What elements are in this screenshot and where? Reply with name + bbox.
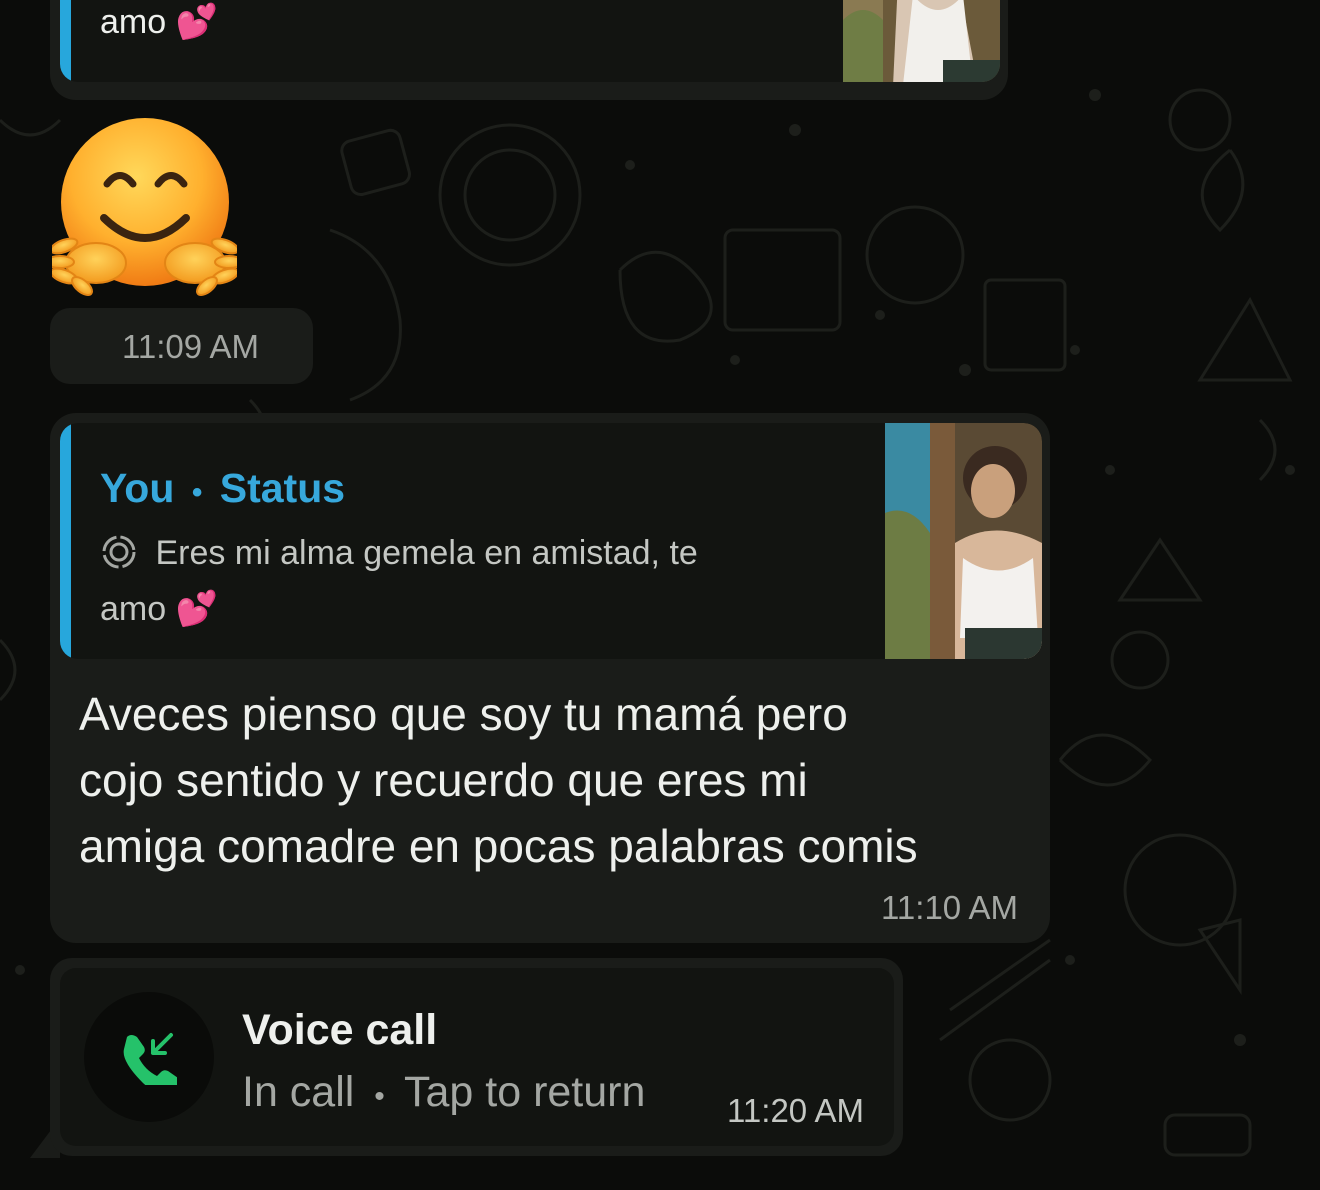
quote-author: You [100,465,175,511]
call-title: Voice call [242,1006,438,1054]
quote-type: Status [219,465,346,511]
hugging-face-icon [45,118,244,296]
status-ring-icon [102,535,136,569]
message-bubble-previous-reply[interactable]: amo 💕 [50,0,1008,100]
message-body: Aveces pienso que soy tu mamá pero cojo … [79,681,918,879]
quoted-status-preview[interactable]: amo 💕 [60,0,1000,82]
message-time: 11:09 AM [122,328,259,365]
quote-separator: • [191,476,203,509]
quote-text-line2: amo [100,590,167,628]
status-thumbnail [885,423,1042,659]
message-bubble-voice-call[interactable]: Voice call In call • Tap to return 11:20… [50,958,903,1156]
call-separator: • [374,1080,385,1113]
quote-accent-bar [60,0,71,82]
quote-text: amo [100,3,167,41]
two-hearts-emoji: 💕 [175,589,218,629]
two-hearts-emoji: 💕 [175,2,218,42]
call-icon-circle[interactable] [84,992,214,1122]
sticker-timestamp-pill: 11:09 AM [50,308,313,384]
voice-call-card[interactable]: Voice call In call • Tap to return 11:20… [60,968,894,1146]
tap-to-return-link[interactable]: Tap to return [404,1068,645,1116]
message-time: 11:10 AM [881,889,1018,926]
quote-accent-bar [60,423,71,659]
incoming-call-icon [123,1033,177,1085]
hugging-face-sticker[interactable] [45,118,244,298]
quoted-status-preview[interactable]: You • Status Eres mi alma gemela en amis… [60,423,1042,659]
message-body-line: Aveces pienso que soy tu mamá pero [79,688,848,740]
message-time: 11:20 AM [727,1092,864,1129]
message-bubble-status-reply[interactable]: You • Status Eres mi alma gemela en amis… [50,413,1050,943]
quote-text: Eres mi alma gemela en amistad, te [155,534,698,572]
message-body-line: amiga comadre en pocas palabras comis [79,820,918,872]
call-status: In call [242,1068,355,1116]
status-thumbnail [843,0,1000,82]
message-body-line: cojo sentido y recuerdo que eres mi [79,754,808,806]
